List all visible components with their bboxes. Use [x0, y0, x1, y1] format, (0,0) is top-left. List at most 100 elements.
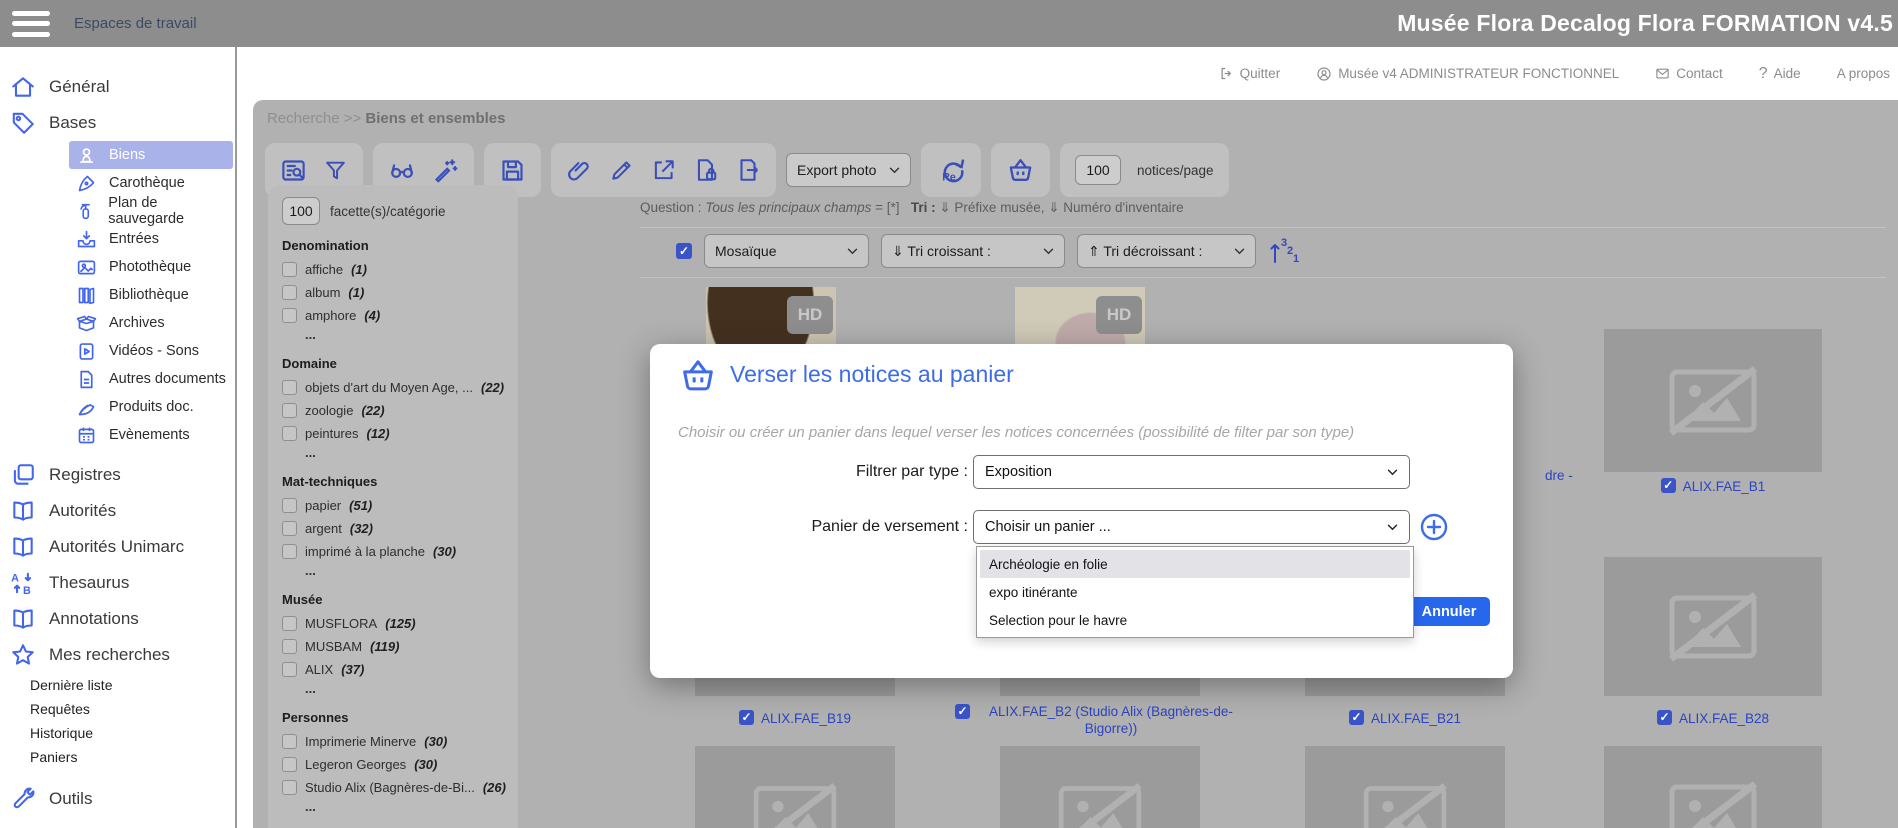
contact-button[interactable]: Contact: [1655, 66, 1723, 81]
record-label[interactable]: ✓ ALIX.FAE_B21: [1305, 710, 1505, 727]
facet-checkbox[interactable]: [282, 544, 297, 559]
facet-checkbox[interactable]: [282, 616, 297, 631]
record-checkbox[interactable]: ✓: [1661, 478, 1676, 493]
paperclip-icon[interactable]: [566, 157, 593, 184]
facet-checkbox[interactable]: [282, 662, 297, 677]
record-label[interactable]: ✓ ALIX.FAE_B1: [1604, 478, 1822, 495]
facet-checkbox[interactable]: [282, 262, 297, 277]
list-search-icon[interactable]: [280, 157, 307, 184]
facet-checkbox[interactable]: [282, 285, 297, 300]
glasses-icon[interactable]: [388, 156, 416, 184]
facet-count-input[interactable]: 100: [282, 197, 320, 225]
sidebar-item-autorites-unimarc[interactable]: Autorités Unimarc: [0, 529, 235, 565]
record-thumbnail[interactable]: [1000, 746, 1200, 828]
record-checkbox[interactable]: ✓: [955, 704, 970, 719]
magic-wand-icon[interactable]: [432, 157, 459, 184]
facet-checkbox[interactable]: [282, 308, 297, 323]
cancel-button[interactable]: Annuler: [1408, 597, 1490, 626]
facet-more[interactable]: ...: [282, 681, 506, 697]
sidebar-item-mes-recherches[interactable]: Mes recherches: [0, 637, 235, 673]
facet-panel: 100 facette(s)/catégorie Denomination af…: [268, 185, 518, 828]
sidebar-item-phototheque[interactable]: Photothèque: [69, 253, 233, 281]
numeric-sort-icon[interactable]: 321: [1268, 236, 1300, 266]
record-checkbox[interactable]: ✓: [1657, 710, 1672, 725]
current-user[interactable]: Musée v4 ADMINISTRATEUR FONCTIONNEL: [1316, 66, 1619, 82]
sidebar-item-plan-sauvegarde[interactable]: Plan de sauvegarde: [69, 197, 233, 225]
facet-checkbox[interactable]: [282, 780, 297, 795]
facet-more[interactable]: ...: [282, 799, 506, 815]
basket-icon[interactable]: [1006, 156, 1035, 185]
broken-image-icon: [1663, 778, 1763, 828]
sidebar-item-general[interactable]: Général: [0, 69, 235, 105]
sidebar-item-videos-sons[interactable]: Vidéos - Sons: [69, 337, 233, 365]
sidebar-item-evenements[interactable]: Evènements: [69, 421, 233, 449]
record-label[interactable]: ✓ ALIX.FAE_B19: [695, 710, 895, 727]
export-photo-select[interactable]: Export photo: [786, 153, 911, 187]
sidebar-item-biens[interactable]: Biens: [69, 141, 233, 169]
sort-ascending-select[interactable]: ⇓ Tri croissant :: [881, 234, 1065, 268]
basket-option[interactable]: Archéologie en folie: [980, 550, 1410, 578]
record-thumbnail[interactable]: [1305, 746, 1505, 828]
facet-checkbox[interactable]: [282, 380, 297, 395]
sidebar-item-bases[interactable]: Bases: [0, 105, 235, 141]
record-thumbnail[interactable]: [1604, 746, 1822, 828]
select-all-checkbox[interactable]: ✓: [676, 243, 692, 259]
record-thumbnail[interactable]: [695, 746, 895, 828]
view-mode-select[interactable]: Mosaïque: [704, 234, 869, 268]
sidebar-item-archives[interactable]: Archives: [69, 309, 233, 337]
sidebar-item-outils[interactable]: Outils: [0, 781, 235, 817]
external-link-icon[interactable]: [651, 157, 677, 183]
sidebar-item-produits-doc[interactable]: Produits doc.: [69, 393, 233, 421]
file-print-icon[interactable]: [693, 157, 719, 183]
image-icon: [76, 257, 97, 278]
sidebar-item-carotheque[interactable]: Carothèque: [69, 169, 233, 197]
facet-more[interactable]: ...: [282, 445, 506, 461]
record-checkbox[interactable]: ✓: [739, 710, 754, 725]
sidebar-item-thesaurus[interactable]: AB Thesaurus: [0, 565, 235, 601]
notices-per-page-input[interactable]: 100: [1075, 155, 1121, 185]
quit-button[interactable]: Quitter: [1219, 66, 1281, 81]
breadcrumb-root[interactable]: Recherche: [267, 110, 340, 127]
facet-checkbox[interactable]: [282, 498, 297, 513]
file-export-icon[interactable]: [735, 157, 761, 183]
sidebar-item-derniere-liste[interactable]: Dernière liste: [0, 673, 235, 697]
broken-image-icon: [1663, 363, 1763, 439]
recycle-re-icon[interactable]: Re: [936, 155, 966, 185]
help-button[interactable]: ? Aide: [1759, 65, 1801, 83]
sort-descending-select[interactable]: ⇑ Tri décroissant :: [1077, 234, 1256, 268]
add-basket-icon[interactable]: [1418, 511, 1450, 543]
breadcrumb-current: Biens et ensembles: [365, 110, 505, 127]
filter-icon[interactable]: [323, 158, 348, 183]
facet-checkbox[interactable]: [282, 734, 297, 749]
sidebar-item-autorites[interactable]: Autorités: [0, 493, 235, 529]
hamburger-menu-icon[interactable]: [12, 11, 50, 37]
record-thumbnail[interactable]: [1604, 329, 1822, 472]
facet-checkbox[interactable]: [282, 639, 297, 654]
hd-badge: HD: [787, 296, 833, 334]
facet-more[interactable]: ...: [282, 327, 506, 343]
facet-more[interactable]: ...: [282, 563, 506, 579]
record-label[interactable]: ✓ ALIX.FAE_B2 (Studio Alix (Bagnères-de-…: [955, 703, 1245, 737]
facet-checkbox[interactable]: [282, 757, 297, 772]
filter-type-select[interactable]: Exposition: [973, 455, 1410, 489]
sidebar-item-historique[interactable]: Historique: [0, 721, 235, 745]
sidebar-item-autres-documents[interactable]: Autres documents: [69, 365, 233, 393]
sidebar-item-requetes[interactable]: Requêtes: [0, 697, 235, 721]
basket-select[interactable]: Choisir un panier ...: [973, 510, 1410, 544]
sidebar-item-paniers[interactable]: Paniers: [0, 745, 235, 769]
basket-option[interactable]: Selection pour le havre: [980, 606, 1410, 634]
facet-checkbox[interactable]: [282, 521, 297, 536]
save-icon[interactable]: [499, 157, 526, 184]
sidebar-item-registres[interactable]: Registres: [0, 457, 235, 493]
facet-checkbox[interactable]: [282, 426, 297, 441]
facet-checkbox[interactable]: [282, 403, 297, 418]
sidebar-item-annotations[interactable]: Annotations: [0, 601, 235, 637]
sidebar-item-bibliotheque[interactable]: Bibliothèque: [69, 281, 233, 309]
sidebar-item-entrees[interactable]: Entrées: [69, 225, 233, 253]
basket-option[interactable]: expo itinérante: [980, 578, 1410, 606]
record-checkbox[interactable]: ✓: [1349, 710, 1364, 725]
about-button[interactable]: A propos: [1837, 66, 1890, 81]
record-label[interactable]: ✓ ALIX.FAE_B28: [1604, 710, 1822, 727]
record-thumbnail[interactable]: [1604, 557, 1822, 696]
edit-pencil-icon[interactable]: [609, 157, 635, 183]
